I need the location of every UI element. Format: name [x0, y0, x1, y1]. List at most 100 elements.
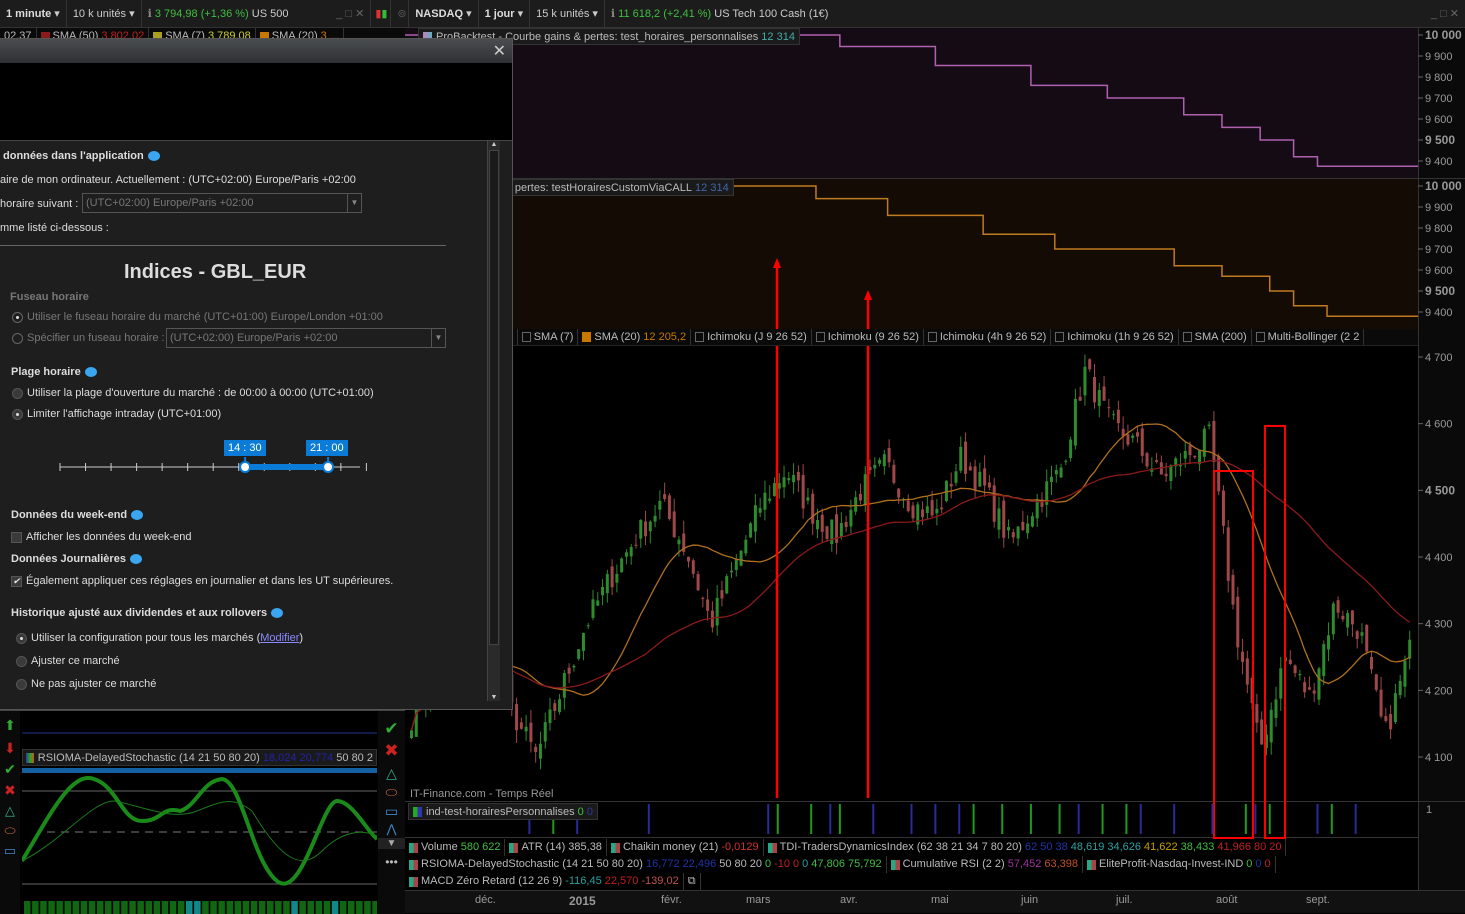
arrow-up-icon[interactable]: ⬆ — [0, 717, 20, 734]
indicator-checkbox[interactable] — [1055, 332, 1065, 342]
indicator-legend-item[interactable]: SMA (7) — [518, 329, 579, 345]
right-window-controls[interactable]: _ □ ✕ — [1425, 0, 1465, 28]
check-icon[interactable]: ✔ — [378, 719, 405, 739]
indicator-value: 47,806 — [811, 858, 845, 870]
triangle-icon[interactable]: △ — [378, 765, 405, 782]
dialog-titlebar[interactable]: ✕ — [0, 39, 512, 63]
candle — [1279, 668, 1283, 699]
indicator-value: 50 — [1040, 841, 1053, 853]
close-icon[interactable]: ✕ — [493, 41, 506, 61]
candle — [978, 471, 982, 487]
help-bubble-icon[interactable] — [129, 554, 142, 565]
indicator-legend-item[interactable]: Cumulative RSI (2 2) 57,452 63,398 — [887, 856, 1084, 873]
rectangle-icon[interactable]: ▭ — [0, 843, 20, 859]
div-option-noadjust[interactable]: Ne pas ajuster ce marché — [16, 678, 156, 690]
time-range-slider[interactable] — [55, 457, 367, 477]
indicator-legend: SMA (50)12 028,5SMA (7)SMA (20)12 205,2I… — [405, 329, 1418, 346]
weekend-checkbox[interactable]: Afficher les données du week-end — [11, 531, 192, 543]
market-select[interactable]: NASDAQ ▾ — [409, 0, 479, 28]
indicator-legend-item[interactable]: Chaikin money (21) -0,0129 — [607, 839, 764, 856]
link-icon[interactable]: ⊚ — [391, 0, 410, 28]
triangle-icon[interactable]: △ — [0, 803, 20, 819]
top-toolbar: 1 minute ▾ 10 k unités ▾ ℹ 3 794,98 (+1,… — [0, 0, 1465, 28]
help-bubble-icon[interactable] — [147, 151, 160, 162]
indicator-legend-item[interactable]: Ichimoku (1h 9 26 52) — [1051, 329, 1179, 345]
indicator-legend-item[interactable]: MACD Zéro Retard (12 26 9) -116,45 22,570-… — [405, 873, 684, 890]
candle — [1293, 665, 1297, 674]
candle — [1183, 450, 1187, 459]
more-icon[interactable]: ••• — [378, 855, 405, 869]
indicator-checkbox[interactable] — [582, 332, 592, 342]
rectangle-icon[interactable]: ▭ — [378, 803, 405, 820]
div-option-adjust[interactable]: Ajuster ce marché — [16, 655, 120, 667]
indicator-value: -0,0129 — [721, 841, 759, 853]
dialog-scrollbar[interactable]: ▲ ▼ — [487, 141, 500, 701]
scrollbar-thumb[interactable] — [489, 150, 499, 645]
right-units-select[interactable]: 15 k unités ▾ — [530, 0, 605, 28]
nasdaq-chart[interactable]: 10 0009 9009 8009 7009 6009 5009 40010 0… — [405, 28, 1465, 890]
div-option-global[interactable]: Utiliser la configuration pour tous les … — [16, 632, 303, 644]
timezone-select[interactable]: (UTC+02:00) Europe/Paris +02:00 ▼ — [82, 193, 362, 213]
left-timeframe-select[interactable]: 1 minute ▾ — [0, 0, 67, 28]
indicator-legend-item[interactable]: Ichimoku (9 26 52) — [812, 329, 924, 345]
indicator-checkbox[interactable] — [695, 332, 705, 342]
modify-link[interactable]: Modifier — [260, 632, 299, 644]
indicator-legend-item[interactable]: SMA (200) — [1179, 329, 1252, 345]
scroll-up-icon[interactable]: ▲ — [488, 141, 500, 148]
indicator-legend-item[interactable]: RSIOMA-DelayedStochastic (14 21 50 80 20… — [405, 856, 887, 873]
indicator-legend-item[interactable]: TDI-TradersDynamicsIndex (62 38 21 34 7 … — [764, 839, 1287, 856]
cross-icon[interactable]: ✖ — [378, 741, 405, 761]
rsioma-chart[interactable] — [22, 711, 377, 914]
info-icon: ℹ — [610, 7, 616, 20]
scroll-down-icon[interactable]: ▼ — [488, 694, 500, 701]
timezone-header: Fuseau horaire — [10, 291, 89, 303]
ellipse-icon[interactable]: ⬭ — [378, 784, 405, 801]
candle — [1178, 465, 1182, 467]
range-option-market[interactable]: Utiliser la plage d'ouverture du marché … — [12, 387, 374, 399]
indicator-legend-item[interactable]: Ichimoku (J 9 26 52) — [691, 329, 812, 345]
cross-icon[interactable]: ✖ — [0, 782, 20, 799]
indicator-value: 48,619 — [1070, 841, 1105, 853]
candle — [887, 447, 891, 463]
indicator-checkbox[interactable] — [521, 332, 531, 342]
candle — [1255, 704, 1259, 723]
left-units-select[interactable]: 10 k unités ▾ — [67, 0, 142, 28]
candle — [1355, 631, 1359, 639]
check-icon[interactable]: ✔ — [0, 761, 20, 778]
indicator-checkbox[interactable] — [815, 332, 825, 342]
tz-option-custom[interactable]: Spécifier un fuseau horaire : — [12, 332, 165, 344]
daily-checkbox[interactable]: ✔ Également appliquer ces réglages en jou… — [11, 575, 393, 587]
range-option-intraday[interactable]: Limiter l'affichage intraday (UTC+01:00) — [12, 408, 221, 420]
restore-window-icon[interactable]: ⧉ — [684, 873, 701, 890]
candle — [672, 511, 676, 538]
indicator-legend-item[interactable]: Multi-Bollinger (2 2 — [1252, 329, 1365, 345]
indicator-checkbox[interactable] — [927, 332, 937, 342]
tz-option-market[interactable]: Utiliser le fuseau horaire du marché (UT… — [12, 311, 383, 323]
price-axis-label: 4 100 — [1425, 752, 1453, 764]
candle — [906, 500, 910, 512]
left-window-controls[interactable]: _ □ ✕ — [311, 0, 372, 28]
indicator-legend-item[interactable]: Volume 580 622 — [405, 839, 506, 856]
indicator-legend-item[interactable]: ATR (14) 385,38 — [505, 839, 607, 856]
help-bubble-icon[interactable] — [131, 510, 144, 521]
indicator-legend-item[interactable]: SMA (20) 12 205,2 — [578, 329, 692, 345]
candle — [987, 482, 991, 488]
tz-custom-select[interactable]: (UTC+02:00) Europe/Paris +02:00 ▼ — [166, 328, 446, 348]
slider-handle[interactable] — [239, 461, 252, 473]
indicator-legend-item[interactable]: EliteProfit-Nasdaq-Invest-IND 0 0 0 — [1083, 856, 1276, 873]
indicator-checkbox[interactable] — [1255, 332, 1265, 342]
arrow-down-icon[interactable]: ⬇ — [0, 740, 20, 757]
right-timeframe-select[interactable]: 1 jour ▾ — [479, 0, 531, 28]
pitchfork-icon[interactable]: ⋀ — [378, 822, 405, 836]
candle-type-icon[interactable]: ▮▮ — [371, 0, 392, 28]
candle — [921, 509, 925, 518]
scroll-down-icon[interactable]: ▼ — [378, 838, 405, 849]
indicator-value: 62 — [1024, 841, 1038, 853]
indicator-legend-item[interactable]: Ichimoku (4h 9 26 52) — [924, 329, 1052, 345]
candle — [849, 509, 853, 527]
ellipse-icon[interactable]: ⬭ — [0, 823, 20, 839]
help-bubble-icon[interactable] — [271, 608, 284, 619]
help-bubble-icon[interactable] — [84, 367, 97, 378]
indicator-checkbox[interactable] — [1182, 332, 1192, 342]
slider-handle[interactable] — [322, 461, 335, 473]
